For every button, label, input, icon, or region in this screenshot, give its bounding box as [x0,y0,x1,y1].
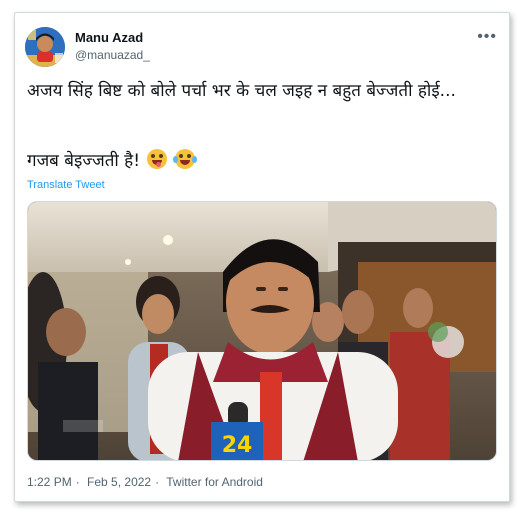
translate-tweet-link[interactable]: Translate Tweet [27,179,105,191]
avatar-image [25,27,65,67]
tweet-video[interactable]: 24 [27,201,497,461]
tears-of-joy-emoji [172,149,197,169]
display-name[interactable]: Manu Azad [75,30,143,45]
meta-separator: · [75,475,80,489]
tweet-text-line-2: गजब बेइज्जती है! [27,149,197,173]
meta-separator-2: · [155,475,160,489]
tweet-text-line-2-text: गजब बेइज्जती है! [27,151,141,171]
user-handle[interactable]: @manuazad_ [75,48,150,62]
video-frame: 24 [28,202,496,460]
tweet-card: Manu Azad @manuazad_ ••• अजय सिंह बिष्ट … [14,12,510,502]
tweet-meta: 1:22 PM · Feb 5, 2022 · Twitter for Androi… [27,475,267,489]
tweet-source[interactable]: Twitter for Android [166,475,263,489]
tweet-time[interactable]: 1:22 PM [27,475,72,489]
tweet-text-line-1: अजय सिंह बिष्ट को बोले पर्चा भर के चल जइ… [27,81,456,101]
winking-tongue-emoji [147,149,168,169]
tweet-date[interactable]: Feb 5, 2022 [87,475,151,489]
avatar[interactable] [25,27,65,67]
tweet-header: Manu Azad @manuazad_ ••• [25,27,501,71]
more-horizontal-icon[interactable]: ••• [477,29,497,45]
mic-label: 24 [222,433,253,458]
